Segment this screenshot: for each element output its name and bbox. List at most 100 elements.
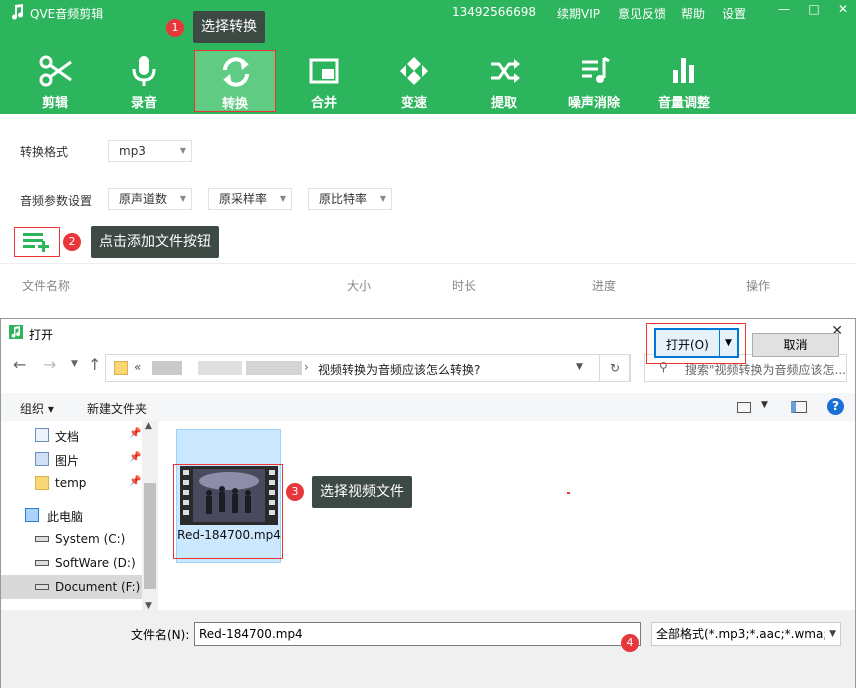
step-badge-1: 1 bbox=[166, 19, 184, 37]
tool-speed[interactable]: 变速 bbox=[373, 50, 455, 112]
step-badge-2: 2 bbox=[63, 233, 81, 251]
forward-arrow-icon[interactable]: → bbox=[43, 355, 56, 374]
tool-extract[interactable]: 提取 bbox=[463, 50, 545, 112]
divider bbox=[0, 263, 856, 264]
sample-rate-value: 原采样率 bbox=[219, 192, 268, 206]
tree-item-pictures[interactable]: 图片 📌 bbox=[1, 447, 157, 471]
chevron-down-icon: ▼ bbox=[825, 623, 836, 645]
col-header-size: 大小 bbox=[347, 279, 372, 293]
minimize-button[interactable]: — bbox=[774, 2, 794, 18]
drive-icon bbox=[35, 584, 49, 590]
audio-params-label: 音频参数设置 bbox=[20, 194, 93, 208]
current-folder[interactable]: 视频转换为音频应该怎么转换? bbox=[318, 361, 480, 378]
tool-label: 合并 bbox=[310, 96, 337, 111]
cancel-button[interactable]: 取消 bbox=[752, 333, 839, 357]
chevron-down-icon: ▼ bbox=[179, 194, 186, 203]
tree-item-documents[interactable]: 文档 📌 bbox=[1, 423, 157, 447]
tree-item-system-c[interactable]: System (C:) bbox=[1, 527, 157, 551]
documents-icon bbox=[35, 428, 49, 442]
tool-convert[interactable]: 转换 bbox=[194, 50, 276, 112]
tooltip-select-video: 选择视频文件 bbox=[312, 476, 412, 508]
app-title: QVE音频剪辑 bbox=[30, 7, 104, 21]
add-file-button[interactable] bbox=[14, 227, 60, 257]
blurred-path bbox=[152, 361, 182, 375]
pictures-icon bbox=[35, 452, 49, 466]
col-header-actions: 操作 bbox=[746, 279, 771, 293]
file-name-label: Red-184700.mp4 bbox=[177, 528, 281, 542]
filename-input[interactable]: Red-184700.mp4 bbox=[194, 622, 641, 646]
filename-label: 文件名(N): bbox=[131, 628, 190, 642]
tree-item-document-f[interactable]: Document (F:) bbox=[1, 575, 157, 599]
renew-vip-link[interactable]: 续期VIP bbox=[557, 5, 600, 22]
blurred-path bbox=[246, 361, 302, 375]
recent-dropdown-icon[interactable]: ▼ bbox=[71, 359, 78, 369]
convert-icon bbox=[223, 57, 249, 87]
music-note-icon bbox=[12, 4, 24, 20]
file-type-value: 全部格式(*.mp3;*.aac;*.wma;* bbox=[656, 627, 834, 641]
help-link[interactable]: 帮助 bbox=[681, 5, 705, 22]
path-overflow[interactable]: « bbox=[134, 360, 141, 374]
step-badge-4: 4 bbox=[621, 634, 639, 652]
channels-select[interactable]: 原声道数 ▼ bbox=[108, 188, 192, 210]
channels-value: 原声道数 bbox=[119, 192, 168, 206]
organize-button[interactable]: 组织 ▾ bbox=[20, 400, 54, 417]
tree-scrollbar[interactable]: ▲ ▼ bbox=[142, 421, 158, 611]
scissors-icon bbox=[39, 55, 72, 87]
chevron-right-icon: › bbox=[304, 360, 309, 374]
back-arrow-icon[interactable]: ← bbox=[13, 355, 26, 374]
tooltip-add-file: 点击添加文件按钮 bbox=[91, 226, 219, 258]
view-icon[interactable] bbox=[737, 402, 751, 413]
address-bar[interactable]: « › 视频转换为音频应该怎么转换? ▼ bbox=[105, 354, 630, 382]
feedback-link[interactable]: 意见反馈 bbox=[618, 5, 666, 22]
chevron-down-icon: ▼ bbox=[379, 194, 386, 203]
tool-label: 音量调整 bbox=[657, 96, 710, 111]
blurred-path bbox=[198, 361, 242, 375]
format-label: 转换格式 bbox=[20, 145, 69, 159]
sample-rate-select[interactable]: 原采样率 ▼ bbox=[208, 188, 292, 210]
tool-label: 转换 bbox=[221, 97, 248, 112]
refresh-button[interactable]: ↻ bbox=[599, 354, 631, 382]
add-list-icon bbox=[23, 233, 49, 252]
help-icon[interactable]: ? bbox=[827, 398, 844, 415]
close-app-button[interactable]: ✕ bbox=[833, 2, 853, 18]
tool-cut[interactable]: 剪辑 bbox=[14, 50, 96, 112]
scroll-up-icon[interactable]: ▲ bbox=[145, 421, 152, 431]
file-type-select[interactable]: 全部格式(*.mp3;*.aac;*.wma;* ▼ bbox=[651, 622, 841, 646]
format-select[interactable]: mp3 ▼ bbox=[108, 140, 192, 162]
maximize-button[interactable]: □ bbox=[804, 2, 824, 18]
tooltip-select-convert: 选择转换 bbox=[193, 11, 265, 43]
phone-number[interactable]: 13492566698 bbox=[452, 5, 536, 19]
drive-icon bbox=[35, 536, 49, 542]
tool-label: 变速 bbox=[400, 96, 427, 111]
chevron-down-icon[interactable]: ▼ bbox=[576, 362, 583, 372]
preview-pane-icon[interactable] bbox=[791, 401, 807, 413]
open-button-highlight: 打开(O) ▼ bbox=[646, 323, 746, 364]
bitrate-value: 原比特率 bbox=[319, 192, 368, 206]
tool-noise-removal[interactable]: 噪声消除 bbox=[553, 50, 635, 112]
new-folder-button[interactable]: 新建文件夹 bbox=[87, 400, 147, 417]
up-arrow-icon[interactable]: ↑ bbox=[88, 355, 101, 374]
tool-label: 提取 bbox=[490, 96, 517, 111]
pin-icon: 📌 bbox=[129, 452, 142, 463]
tool-record[interactable]: 录音 bbox=[103, 50, 185, 112]
chevron-down-icon[interactable]: ▼ bbox=[761, 400, 768, 410]
open-options-dropdown[interactable]: ▼ bbox=[719, 330, 737, 356]
volume-bars-icon bbox=[673, 58, 694, 83]
tree-item-this-pc[interactable]: 此电脑 bbox=[1, 503, 157, 527]
tool-merge[interactable]: 合并 bbox=[283, 50, 365, 112]
scroll-thumb[interactable] bbox=[144, 483, 156, 589]
tool-label: 噪声消除 bbox=[567, 96, 620, 111]
tree-item-temp[interactable]: temp 📌 bbox=[1, 471, 157, 495]
tree-item-software-d[interactable]: SoftWare (D:) bbox=[1, 551, 157, 575]
folder-icon bbox=[35, 476, 49, 490]
open-button[interactable]: 打开(O) ▼ bbox=[654, 328, 739, 358]
computer-icon bbox=[25, 508, 39, 522]
tool-volume[interactable]: 音量调整 bbox=[643, 50, 725, 112]
video-file-icon bbox=[180, 466, 278, 525]
music-note-icon bbox=[9, 325, 23, 339]
drive-icon bbox=[35, 560, 49, 566]
extract-icon bbox=[491, 59, 520, 83]
settings-link[interactable]: 设置 bbox=[722, 5, 746, 22]
command-bar: 组织 ▾ 新建文件夹 ▼ ? bbox=[1, 393, 855, 421]
bitrate-select[interactable]: 原比特率 ▼ bbox=[308, 188, 392, 210]
